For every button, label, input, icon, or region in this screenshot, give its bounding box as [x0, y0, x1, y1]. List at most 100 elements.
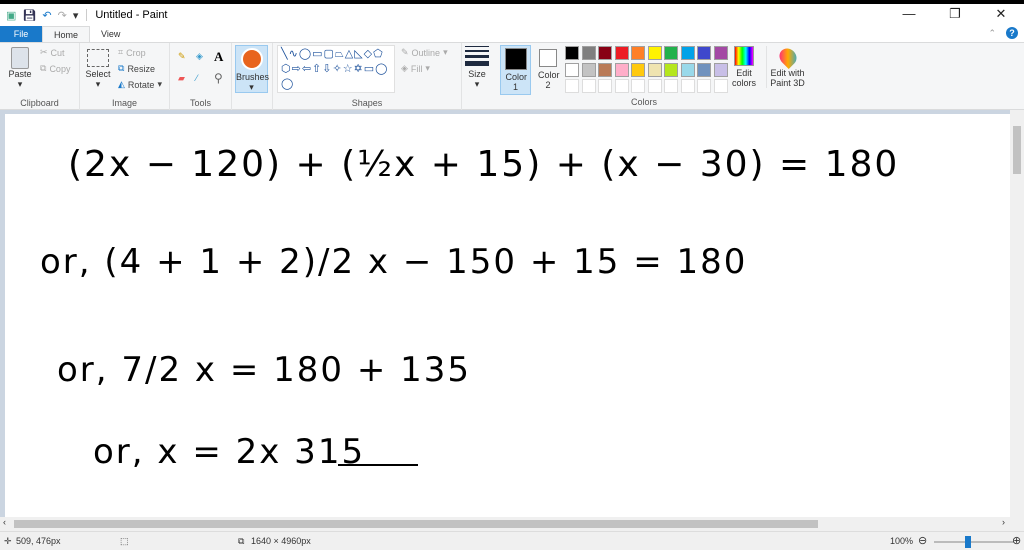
- crop-label: Crop: [126, 47, 146, 58]
- shapes-group-label: Shapes: [351, 98, 383, 108]
- custom-color-slot[interactable]: [614, 79, 629, 93]
- palette-color-swatch[interactable]: [680, 62, 695, 77]
- cut-button[interactable]: ✂ Cut: [40, 47, 65, 58]
- clipboard-icon: [11, 47, 29, 69]
- rotate-label: Rotate: [127, 79, 155, 90]
- palette-color-swatch[interactable]: [581, 62, 596, 77]
- palette-color-swatch[interactable]: [614, 62, 629, 77]
- palette-color-swatch[interactable]: [697, 62, 711, 77]
- copy-button[interactable]: ⧉ Copy: [40, 63, 70, 74]
- undo-icon[interactable]: ↶: [42, 9, 51, 22]
- quick-access-toolbar: ▣ 💾︎ ↶ ↷ ▾: [0, 9, 78, 22]
- size-button[interactable]: Size ▾: [463, 46, 491, 90]
- palette-color-swatch[interactable]: [713, 62, 728, 77]
- palette-color-swatch[interactable]: [631, 46, 645, 60]
- scroll-left-icon[interactable]: ‹: [3, 517, 6, 527]
- drawing-canvas[interactable]: (2x − 120) + (½x + 15) + (x − 30) = 180 …: [5, 114, 1010, 517]
- color1-button[interactable]: Color 1: [500, 45, 531, 95]
- brushes-button[interactable]: Brushes ▾: [235, 45, 269, 93]
- pencil-icon[interactable]: ✎: [178, 51, 186, 62]
- zoom-slider-thumb[interactable]: [965, 536, 971, 548]
- custom-color-slot[interactable]: [565, 79, 579, 93]
- custom-color-slot[interactable]: [664, 79, 678, 93]
- restore-button[interactable]: ❐: [932, 4, 978, 24]
- fill-icon[interactable]: ◈: [196, 51, 203, 62]
- crop-icon: ⌗: [118, 47, 124, 57]
- palette-color-swatch[interactable]: [598, 62, 612, 77]
- rotate-button[interactable]: ◭ Rotate ▾: [118, 79, 162, 90]
- tools-group: ✎ ◈ A ▰ ⁄ ⚲ Tools: [170, 43, 232, 110]
- palette-color-swatch[interactable]: [664, 46, 678, 60]
- select-button[interactable]: Select ▾: [84, 47, 112, 90]
- paint-app-icon: ▣: [6, 9, 17, 22]
- palette-color-swatch[interactable]: [697, 46, 711, 60]
- custom-color-slot[interactable]: [680, 79, 695, 93]
- paste-button[interactable]: Paste ▾: [6, 47, 34, 90]
- palette-color-swatch[interactable]: [647, 62, 662, 77]
- minimize-button[interactable]: —: [886, 4, 932, 24]
- rotate-icon: ◭: [118, 79, 125, 89]
- palette-color-swatch[interactable]: [664, 62, 678, 77]
- customize-qa-icon[interactable]: ▾: [73, 9, 79, 22]
- custom-color-slot[interactable]: [598, 79, 612, 93]
- edit-colors-button[interactable]: Edit colors: [728, 46, 760, 90]
- copy-label: Copy: [49, 63, 71, 74]
- outline-icon: ✎: [401, 47, 409, 57]
- canvas-area: (2x − 120) + (½x + 15) + (x − 30) = 180 …: [0, 110, 1010, 517]
- fill-label: Fill: [410, 63, 423, 74]
- palette-color-swatch[interactable]: [565, 46, 579, 60]
- text-tool-icon[interactable]: A: [214, 49, 223, 65]
- palette-color-swatch[interactable]: [614, 46, 629, 60]
- color2-swatch: [539, 49, 557, 67]
- redo-icon[interactable]: ↷: [58, 9, 67, 22]
- scroll-right-icon[interactable]: ›: [1002, 517, 1005, 527]
- magnifier-icon[interactable]: ⚲: [214, 71, 223, 85]
- palette-color-swatch[interactable]: [598, 46, 612, 60]
- crop-button[interactable]: ⌗ Crop: [118, 47, 146, 58]
- paint3d-icon: [775, 44, 800, 70]
- tab-file[interactable]: File: [0, 26, 42, 42]
- horizontal-scroll-thumb[interactable]: [14, 520, 818, 528]
- vertical-scroll-thumb[interactable]: [1013, 126, 1021, 174]
- tab-view[interactable]: View: [90, 26, 131, 42]
- tab-home[interactable]: Home: [42, 26, 91, 42]
- palette-color-swatch[interactable]: [680, 46, 695, 60]
- zoom-in-button[interactable]: ⊕: [1012, 534, 1021, 547]
- palette-color-swatch[interactable]: [713, 46, 728, 60]
- size-label: Size: [468, 69, 486, 79]
- eraser-icon[interactable]: ▰: [178, 73, 185, 84]
- resize-button[interactable]: ⧉ Resize: [118, 63, 155, 74]
- custom-color-slot[interactable]: [713, 79, 728, 93]
- color2-button[interactable]: Color 2: [535, 46, 561, 90]
- fill-button[interactable]: ◈ Fill ▾: [401, 63, 430, 74]
- custom-color-slot[interactable]: [697, 79, 711, 93]
- save-icon[interactable]: 💾︎: [22, 9, 36, 22]
- cut-label: Cut: [50, 47, 65, 58]
- palette-color-swatch[interactable]: [565, 62, 579, 77]
- palette-color-swatch[interactable]: [581, 46, 596, 60]
- brush-icon: [240, 48, 263, 70]
- close-button[interactable]: ✕: [978, 4, 1024, 24]
- vertical-scrollbar[interactable]: [1010, 110, 1024, 517]
- palette-color-swatch[interactable]: [647, 46, 662, 60]
- edit-with-paint3d-button[interactable]: Edit with Paint 3D: [766, 44, 808, 88]
- help-icon[interactable]: ?: [1006, 27, 1018, 39]
- shapes-gallery[interactable]: ╲∿◯▭▢⏢△◺◇⬠⬡⇨⇦⇧⇩✧☆✡▭◯◯: [277, 45, 395, 93]
- resize-label: Resize: [127, 63, 155, 74]
- zoom-out-button[interactable]: ⊖: [918, 534, 927, 547]
- custom-color-slot[interactable]: [631, 79, 645, 93]
- horizontal-scrollbar[interactable]: ‹ ›: [0, 517, 1024, 531]
- palette-color-swatch[interactable]: [631, 62, 645, 77]
- custom-color-slot[interactable]: [581, 79, 596, 93]
- window-title: Untitled - Paint: [86, 9, 168, 21]
- custom-color-slot[interactable]: [647, 79, 662, 93]
- color-picker-icon[interactable]: ⁄: [196, 73, 198, 83]
- color2-label: Color 2: [538, 70, 560, 90]
- outline-button[interactable]: ✎ Outline ▾: [401, 47, 448, 58]
- collapse-ribbon-icon[interactable]: ⌃: [988, 28, 996, 39]
- select-icon: [87, 49, 109, 67]
- copy-icon: ⧉: [40, 63, 47, 73]
- zoom-slider[interactable]: [934, 541, 1014, 543]
- equation-line-3: or, 7/2 x = 180 + 135: [57, 350, 472, 390]
- colors-group-label: Colors: [630, 97, 657, 107]
